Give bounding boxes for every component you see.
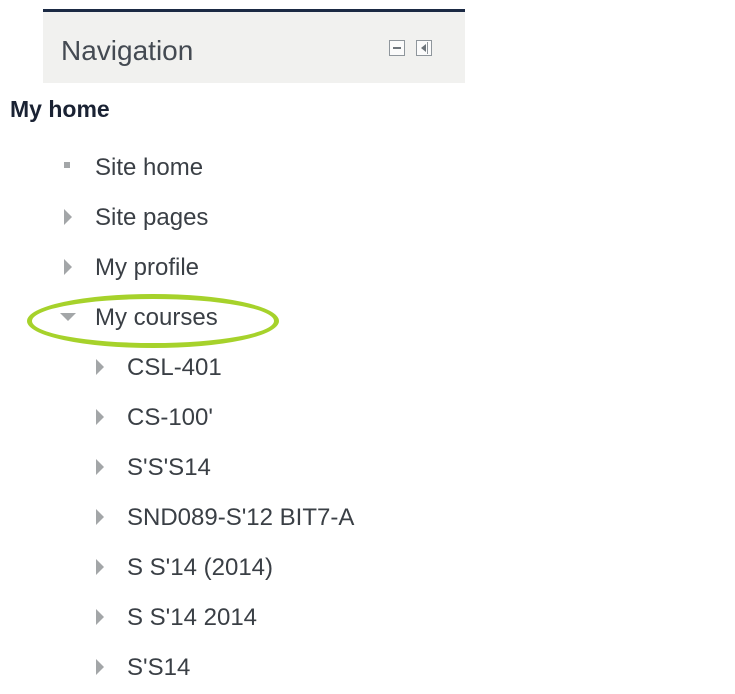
chevron-right-icon[interactable] — [96, 559, 104, 575]
course-label: SND089-S'12 BIT7-A — [127, 504, 355, 531]
course-label: S S'14 (2014) — [127, 554, 274, 581]
course-label: CS-100' — [127, 404, 213, 431]
block-header: Navigation — [43, 9, 465, 83]
minimize-icon[interactable] — [389, 40, 405, 56]
block-title: Navigation — [61, 35, 194, 66]
chevron-right-icon[interactable] — [64, 259, 72, 275]
nav-item-label: My profile — [95, 254, 200, 281]
chevron-down-icon[interactable] — [60, 313, 76, 321]
course-label: S'S'S14 — [127, 454, 211, 481]
chevron-right-icon[interactable] — [96, 609, 104, 625]
chevron-right-icon[interactable] — [96, 509, 104, 525]
course-label: S S'14 2014 — [127, 604, 258, 631]
dock-icon[interactable] — [416, 40, 432, 56]
course-label: S'S14 — [127, 654, 191, 681]
nav-my-home[interactable]: My home — [10, 94, 110, 124]
course-label: CSL-401 — [127, 354, 222, 381]
chevron-right-icon[interactable] — [96, 409, 104, 425]
bullet-icon — [64, 162, 70, 168]
chevron-right-icon[interactable] — [96, 659, 104, 675]
chevron-right-icon[interactable] — [96, 359, 104, 375]
nav-item-label: My courses — [95, 304, 218, 331]
nav-item-label: Site pages — [95, 204, 209, 231]
chevron-right-icon[interactable] — [96, 459, 104, 475]
nav-item-label: Site home — [95, 154, 204, 181]
chevron-right-icon[interactable] — [64, 209, 72, 225]
